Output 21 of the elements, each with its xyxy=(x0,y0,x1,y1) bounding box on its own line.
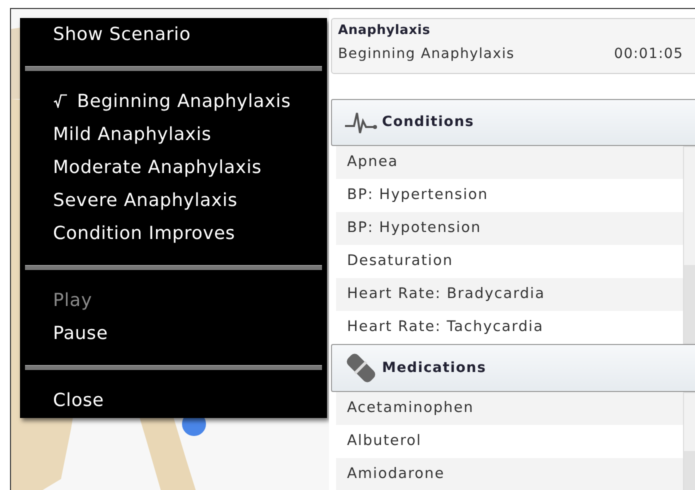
menu-item[interactable]: Show Scenario xyxy=(53,24,191,45)
scrollbar[interactable] xyxy=(683,146,695,344)
scrollbar[interactable] xyxy=(683,392,695,490)
menu-item[interactable]: Severe Anaphylaxis xyxy=(53,190,238,211)
list-item[interactable]: BP: Hypotension xyxy=(336,212,684,246)
elapsed-time: 00:01:05 xyxy=(614,46,684,62)
list-item[interactable]: Acetaminophen xyxy=(336,392,684,426)
menu-item[interactable]: Condition Improves xyxy=(53,223,236,244)
menu-item[interactable]: Beginning Anaphylaxis xyxy=(77,91,291,112)
menu-item[interactable]: Moderate Anaphylaxis xyxy=(53,157,262,178)
section-header[interactable]: Medications xyxy=(331,344,695,392)
menu-item[interactable]: Mild Anaphylaxis xyxy=(53,124,212,145)
menu-item: Play xyxy=(53,290,92,311)
menu-item[interactable]: Close xyxy=(53,390,104,411)
list-item[interactable]: Apnea xyxy=(336,146,684,180)
scenario-stage: Beginning Anaphylaxis xyxy=(338,46,516,62)
section-header[interactable]: Conditions xyxy=(331,98,695,146)
list-item[interactable]: Heart Rate: Bradycardia xyxy=(336,278,684,312)
menu-item[interactable]: Pause xyxy=(53,323,108,344)
list-item[interactable]: Amiodarone xyxy=(336,458,684,490)
scenario-title: Anaphylaxis xyxy=(338,23,432,38)
